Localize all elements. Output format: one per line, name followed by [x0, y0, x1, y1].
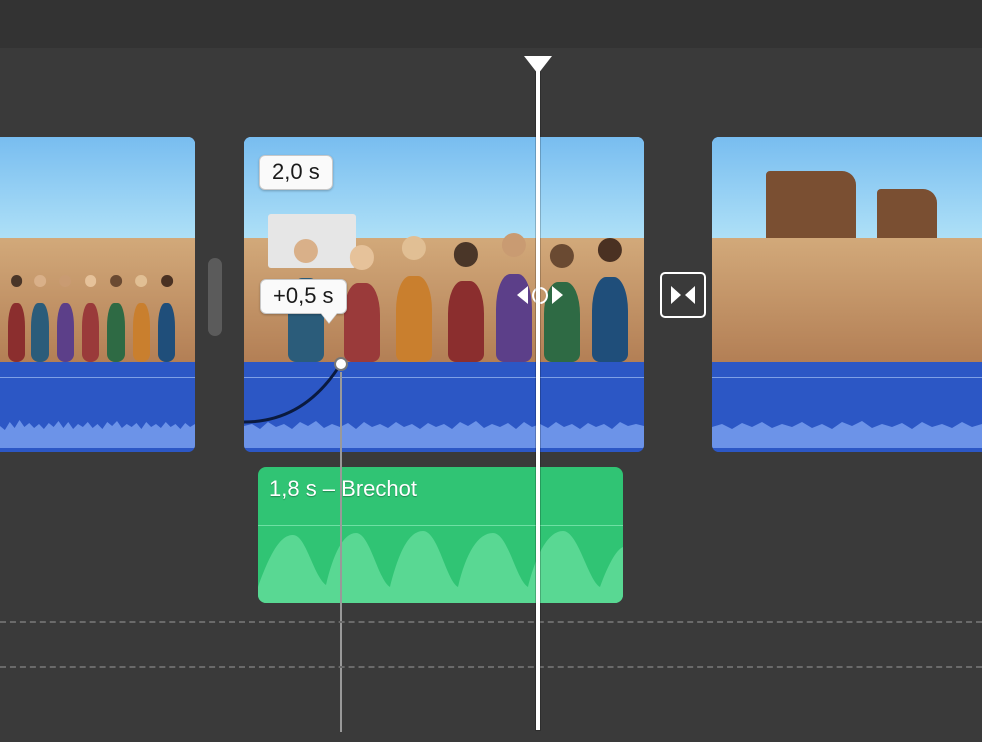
clip-thumbnail [712, 137, 982, 362]
timeline-area: 1,8 s – Brechot 2,0 s +0,5 s [0, 0, 982, 742]
clip-gap-handle[interactable] [208, 258, 222, 336]
snap-guide-line [0, 666, 982, 668]
detached-audio-clip[interactable]: 1,8 s – Brechot [258, 467, 623, 603]
audio-waveform [244, 400, 644, 448]
audio-waveform [712, 400, 982, 448]
callout-leader-line [340, 372, 342, 732]
audio-fade-handle[interactable] [334, 357, 348, 371]
snap-guide-line [0, 621, 982, 623]
timeline-ruler-zone [0, 0, 982, 48]
clip-audio-lane[interactable] [712, 362, 982, 452]
transition-button[interactable] [660, 272, 706, 318]
audio-clip-label: 1,8 s – Brechot [269, 476, 417, 502]
clip-audio-lane[interactable] [244, 362, 644, 452]
clip-audio-lane[interactable] [0, 362, 195, 452]
audio-waveform [0, 400, 195, 448]
transition-icon [670, 284, 696, 306]
clip-thumbnail [0, 137, 195, 362]
clip-duration-badge: 2,0 s [259, 155, 333, 190]
fade-offset-tooltip: +0,5 s [260, 279, 347, 314]
playhead-cap-icon [524, 56, 552, 74]
video-clip-1[interactable] [0, 137, 195, 452]
video-clip-3[interactable] [712, 137, 982, 452]
audio-waveform [258, 525, 623, 603]
